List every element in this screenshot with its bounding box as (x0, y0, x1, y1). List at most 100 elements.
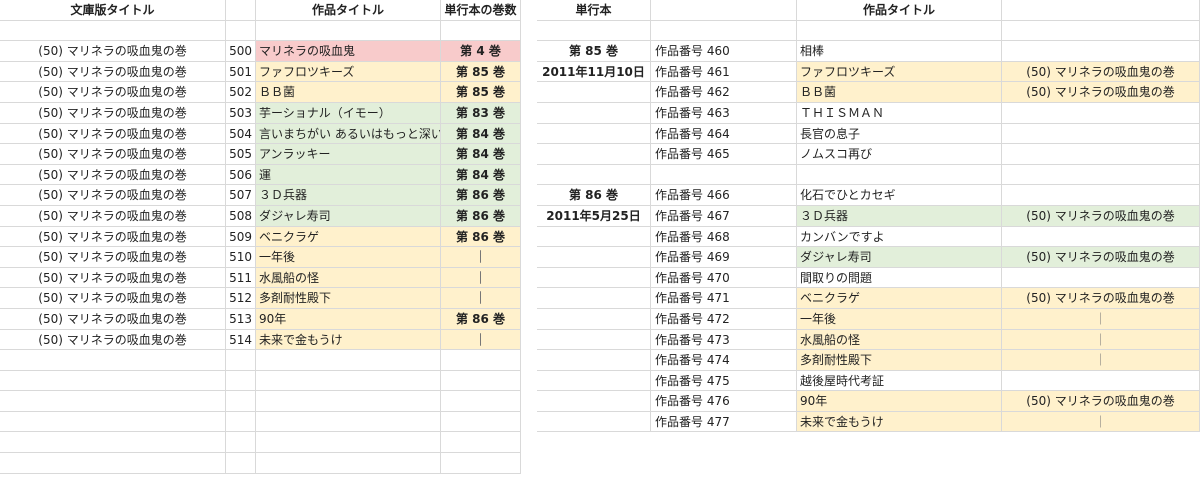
bunko-title-cell[interactable]: (50) マリネラの吸血鬼の巻 (0, 226, 226, 248)
work-number-cell[interactable]: 作品番号 474 (651, 350, 797, 371)
work-number-cell[interactable]: 作品番号 476 (651, 391, 797, 412)
story-number-cell[interactable]: 505 (226, 144, 256, 165)
bunko-title-cell[interactable]: (50) マリネラの吸血鬼の巻 (0, 288, 226, 309)
empty-cell[interactable] (441, 453, 521, 474)
volume-cell[interactable]: 第 84 巻 (441, 144, 521, 165)
work-title-cell[interactable]: アンラッキー (256, 144, 441, 165)
work-title-cell[interactable]: ３Ｄ兵器 (797, 205, 1002, 227)
work-title-cell[interactable]: ベニクラゲ (256, 226, 441, 248)
bunko-title-cell[interactable] (1002, 102, 1200, 124)
work-number-cell[interactable]: 作品番号 467 (651, 205, 797, 227)
bunko-title-cell[interactable] (1002, 41, 1200, 62)
empty-cell[interactable] (226, 350, 256, 371)
bunko-title-cell[interactable]: (50) マリネラの吸血鬼の巻 (0, 82, 226, 103)
bunko-title-cell[interactable] (1002, 144, 1200, 165)
volume-info-cell[interactable] (537, 329, 651, 351)
empty-cell[interactable] (0, 391, 226, 412)
empty-cell[interactable] (0, 432, 226, 454)
volume-info-cell[interactable] (537, 350, 651, 371)
volume-cell[interactable]: 第 84 巻 (441, 164, 521, 186)
bunko-title-cell[interactable] (1002, 267, 1200, 289)
bunko-title-cell[interactable]: (50) マリネラの吸血鬼の巻 (0, 41, 226, 62)
volume-cell[interactable]: 第 86 巻 (441, 205, 521, 227)
bunko-title-cell[interactable]: (50) マリネラの吸血鬼の巻 (0, 164, 226, 186)
volume-cell[interactable]: 第 86 巻 (441, 185, 521, 206)
bunko-title-cell[interactable]: (50) マリネラの吸血鬼の巻 (0, 329, 226, 351)
story-number-cell[interactable]: 513 (226, 308, 256, 330)
work-title-cell[interactable]: 一年後 (256, 247, 441, 268)
work-title-cell[interactable]: 言いまちがい あるいはもっと深い (256, 123, 441, 145)
work-number-cell[interactable]: 作品番号 477 (651, 411, 797, 433)
story-number-cell[interactable]: 509 (226, 226, 256, 248)
work-number-cell[interactable]: 作品番号 466 (651, 185, 797, 206)
volume-info-cell[interactable] (537, 226, 651, 248)
work-number-cell[interactable]: 作品番号 469 (651, 247, 797, 268)
work-title-cell[interactable]: 運 (256, 164, 441, 186)
work-title-cell[interactable]: 多剤耐性殿下 (256, 288, 441, 309)
volume-info-cell[interactable] (537, 267, 651, 289)
bunko-title-cell[interactable]: (50) マリネラの吸血鬼の巻 (0, 205, 226, 227)
bunko-title-cell[interactable]: (50) マリネラの吸血鬼の巻 (0, 144, 226, 165)
empty-cell[interactable] (441, 370, 521, 392)
empty-cell[interactable] (256, 370, 441, 392)
work-title-cell[interactable]: 90年 (797, 391, 1002, 412)
bunko-title-cell[interactable]: ｜ (1002, 411, 1200, 433)
work-title-cell[interactable] (797, 164, 1002, 186)
work-number-cell[interactable]: 作品番号 471 (651, 288, 797, 309)
bunko-title-cell[interactable]: (50) マリネラの吸血鬼の巻 (0, 308, 226, 330)
bunko-title-cell[interactable]: (50) マリネラの吸血鬼の巻 (0, 123, 226, 145)
story-number-cell[interactable]: 500 (226, 41, 256, 62)
bunko-title-cell[interactable]: (50) マリネラの吸血鬼の巻 (0, 267, 226, 289)
work-title-cell[interactable]: ＢＢ菌 (256, 82, 441, 103)
volume-cell[interactable]: 第 85 巻 (441, 61, 521, 83)
work-number-cell[interactable]: 作品番号 463 (651, 102, 797, 124)
work-title-cell[interactable]: 一年後 (797, 308, 1002, 330)
empty-cell[interactable] (0, 370, 226, 392)
work-title-cell[interactable]: 未来で金もうけ (256, 329, 441, 351)
empty-cell[interactable] (537, 20, 651, 42)
work-title-cell[interactable]: 90年 (256, 308, 441, 330)
empty-cell[interactable] (441, 411, 521, 433)
work-title-cell[interactable]: ＴＨＩＳＭＡＮ (797, 102, 1002, 124)
empty-cell[interactable] (226, 453, 256, 474)
story-number-cell[interactable]: 503 (226, 102, 256, 124)
bunko-title-cell[interactable] (1002, 123, 1200, 145)
volume-info-cell[interactable] (537, 247, 651, 268)
bunko-title-cell[interactable]: (50) マリネラの吸血鬼の巻 (1002, 82, 1200, 103)
work-title-cell[interactable]: ノムスコ再び (797, 144, 1002, 165)
work-title-cell[interactable]: ダジャレ寿司 (797, 247, 1002, 268)
work-number-cell[interactable]: 作品番号 473 (651, 329, 797, 351)
empty-cell[interactable] (441, 20, 521, 42)
story-number-cell[interactable]: 512 (226, 288, 256, 309)
volume-cell[interactable]: 第 84 巻 (441, 123, 521, 145)
work-number-cell[interactable]: 作品番号 470 (651, 267, 797, 289)
bunko-title-cell[interactable] (1002, 226, 1200, 248)
bunko-title-cell[interactable]: (50) マリネラの吸血鬼の巻 (1002, 391, 1200, 412)
bunko-title-cell[interactable]: ｜ (1002, 329, 1200, 351)
work-title-cell[interactable]: ファフロツキーズ (256, 61, 441, 83)
volume-cell[interactable]: 第 86 巻 (441, 308, 521, 330)
empty-cell[interactable] (797, 20, 1002, 42)
empty-cell[interactable] (651, 20, 797, 42)
bunko-title-cell[interactable]: (50) マリネラの吸血鬼の巻 (0, 185, 226, 206)
volume-info-cell[interactable] (537, 82, 651, 103)
bunko-title-cell[interactable]: (50) マリネラの吸血鬼の巻 (1002, 61, 1200, 83)
volume-info-cell[interactable]: 第 85 巻 (537, 41, 651, 62)
empty-cell[interactable] (226, 391, 256, 412)
volume-info-cell[interactable] (537, 308, 651, 330)
empty-cell[interactable] (441, 391, 521, 412)
work-title-cell[interactable]: ダジャレ寿司 (256, 205, 441, 227)
work-number-cell[interactable]: 作品番号 468 (651, 226, 797, 248)
story-number-cell[interactable]: 511 (226, 267, 256, 289)
empty-cell[interactable] (226, 411, 256, 433)
empty-cell[interactable] (256, 20, 441, 42)
volume-info-cell[interactable] (537, 411, 651, 433)
empty-cell[interactable] (226, 370, 256, 392)
volume-cell[interactable]: 第 85 巻 (441, 82, 521, 103)
story-number-cell[interactable]: 514 (226, 329, 256, 351)
volume-info-cell[interactable] (537, 288, 651, 309)
volume-cell[interactable]: ｜ (441, 329, 521, 351)
work-title-cell[interactable]: ファフロツキーズ (797, 61, 1002, 83)
story-number-cell[interactable]: 504 (226, 123, 256, 145)
bunko-title-cell[interactable]: (50) マリネラの吸血鬼の巻 (1002, 205, 1200, 227)
